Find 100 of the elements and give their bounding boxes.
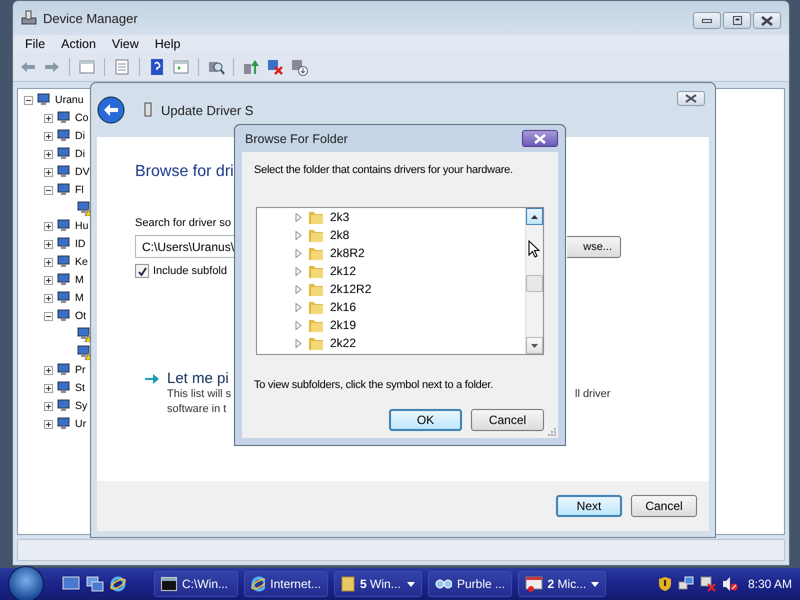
taskbar-button[interactable]: Internet...	[244, 571, 328, 597]
collapse-icon[interactable]	[44, 312, 53, 320]
clock[interactable]: 8:30 AM	[748, 577, 792, 591]
expand-icon[interactable]	[44, 150, 53, 158]
minimize-button[interactable]	[693, 12, 721, 29]
scrollbar-thumb[interactable]	[526, 275, 543, 292]
tree-item[interactable]: Sy	[75, 400, 88, 412]
shield-icon[interactable]	[658, 576, 672, 592]
expand-icon[interactable]	[44, 294, 53, 302]
expand-arrow-icon[interactable]	[295, 284, 302, 294]
close-button[interactable]	[753, 12, 781, 29]
desktop-icon[interactable]	[62, 576, 80, 592]
maximize-button[interactable]	[723, 12, 751, 29]
collapse-icon[interactable]	[44, 186, 53, 194]
tree-item[interactable]: Pr	[75, 364, 86, 376]
tree-item[interactable]: Hu	[75, 220, 88, 232]
expand-icon[interactable]	[44, 168, 53, 176]
expand-icon[interactable]	[44, 132, 53, 140]
folder-item[interactable]: 2k3	[330, 210, 350, 224]
minimize-icon	[702, 18, 712, 24]
network-error-icon[interactable]	[700, 576, 716, 592]
next-button[interactable]: Next	[556, 495, 622, 517]
expand-icon[interactable]	[44, 114, 53, 122]
menu-item[interactable]: View	[104, 37, 147, 51]
expand-arrow-icon[interactable]	[295, 320, 302, 330]
folder-item[interactable]: 2k16	[330, 300, 356, 314]
checkbox[interactable]	[135, 264, 149, 278]
tree-item[interactable]: Co	[75, 112, 88, 124]
down-arrow-icon[interactable]	[290, 58, 308, 76]
tree-item[interactable]: Fl	[75, 184, 84, 196]
panel-icon[interactable]	[172, 58, 190, 76]
tree-item[interactable]: Uranu	[55, 94, 84, 106]
folder-item[interactable]: 2k8R2	[330, 246, 365, 260]
menu-item[interactable]: Help	[146, 37, 188, 51]
taskbar-button[interactable]: 5 Win...	[334, 571, 422, 597]
tree-item[interactable]: Ot	[75, 310, 86, 322]
collapse-icon[interactable]	[24, 96, 33, 104]
expand-icon[interactable]	[44, 420, 53, 428]
help-icon[interactable]	[148, 58, 166, 76]
cross-icon[interactable]	[266, 58, 284, 76]
folder-item[interactable]: 2k12R2	[330, 282, 372, 296]
menu-item[interactable]: File	[17, 37, 54, 51]
panel-icon[interactable]	[78, 58, 96, 76]
windows-icon[interactable]	[86, 576, 104, 592]
goggles-icon	[435, 578, 452, 590]
start-button[interactable]	[8, 566, 44, 600]
expand-arrow-icon[interactable]	[295, 212, 302, 222]
dialog-title: Browse For Folder	[245, 132, 348, 146]
close-icon	[685, 94, 697, 103]
taskbar-button[interactable]: 2 Mic...	[518, 571, 606, 597]
sheet-icon[interactable]	[113, 58, 131, 76]
expand-arrow-icon[interactable]	[295, 302, 302, 312]
tree-item[interactable]: Ke	[75, 256, 88, 268]
expand-arrow-icon[interactable]	[295, 338, 302, 348]
close-button[interactable]	[522, 130, 558, 147]
expand-arrow-icon[interactable]	[295, 230, 302, 240]
expand-icon[interactable]	[44, 402, 53, 410]
expand-arrow-icon[interactable]	[295, 248, 302, 258]
tree-item[interactable]: M	[75, 274, 84, 286]
search-label: Search for driver so	[135, 217, 231, 229]
cancel-button[interactable]: Cancel	[631, 495, 697, 517]
folder-item[interactable]: 2k22	[330, 336, 356, 350]
tree-item[interactable]: Ur	[75, 418, 86, 430]
expand-icon[interactable]	[44, 258, 53, 266]
close-icon	[761, 16, 773, 26]
folder-icon	[308, 245, 324, 261]
network-icon[interactable]	[678, 576, 694, 592]
device-icon	[143, 102, 153, 118]
expand-icon[interactable]	[44, 276, 53, 284]
taskbar-button[interactable]: C:\Win...	[154, 571, 238, 597]
tree-item[interactable]: DV	[75, 166, 90, 178]
scrollbar[interactable]	[525, 208, 543, 354]
expand-arrow-icon[interactable]	[295, 266, 302, 276]
ok-button[interactable]: OK	[389, 409, 462, 431]
folder-item[interactable]: 2k12	[330, 264, 356, 278]
expand-icon[interactable]	[44, 240, 53, 248]
tree-item[interactable]: St	[75, 382, 85, 394]
folder-item[interactable]: 2k8	[330, 228, 350, 242]
browse-button[interactable]: wse...	[567, 236, 621, 258]
cancel-button[interactable]: Cancel	[471, 409, 544, 431]
back-button[interactable]	[97, 96, 125, 124]
expand-icon[interactable]	[44, 366, 53, 374]
upload-arrow-icon[interactable]	[242, 58, 260, 76]
tree-item[interactable]: Di	[75, 130, 85, 142]
expand-icon[interactable]	[44, 222, 53, 230]
device-icon	[56, 128, 72, 144]
menu-item[interactable]: Action	[53, 37, 104, 51]
mouse-cursor-icon	[528, 240, 540, 258]
taskbar-button[interactable]: Purble ...	[428, 571, 512, 597]
option-link[interactable]: Let me pi	[167, 370, 229, 387]
muted-speaker-icon[interactable]	[722, 576, 738, 592]
device-icon	[56, 398, 72, 414]
device-icon	[36, 92, 52, 108]
close-button[interactable]	[677, 91, 705, 106]
folder-item[interactable]: 2k19	[330, 318, 356, 332]
tree-item[interactable]: Di	[75, 148, 85, 160]
checkbox-label: Include subfold	[153, 265, 227, 277]
expand-icon[interactable]	[44, 384, 53, 392]
tree-item[interactable]: M	[75, 292, 84, 304]
tree-item[interactable]: ID	[75, 238, 86, 250]
